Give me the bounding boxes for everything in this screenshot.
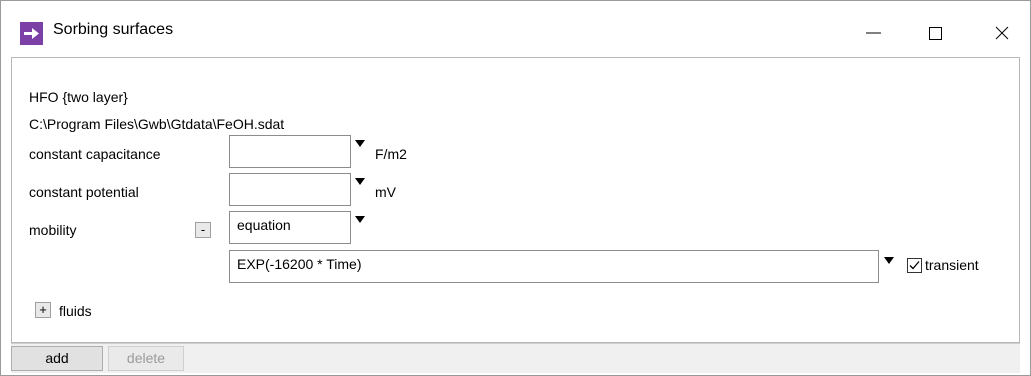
- close-icon: [995, 26, 1009, 40]
- window-title: Sorbing surfaces: [53, 21, 174, 38]
- mobility-label: mobility: [29, 222, 77, 238]
- mobility-collapse-button[interactable]: -: [195, 222, 211, 238]
- sorbing-surfaces-window: Sorbing surfaces HFO {two layer} C:\Prog…: [0, 0, 1031, 376]
- close-button[interactable]: [965, 1, 1031, 57]
- capacitance-label: constant capacitance: [29, 146, 161, 162]
- maximize-icon: [929, 27, 942, 40]
- title-bar[interactable]: Sorbing surfaces: [1, 1, 1030, 57]
- transient-label[interactable]: transient: [925, 257, 979, 273]
- maximize-button[interactable]: [901, 1, 971, 57]
- delete-button[interactable]: delete: [108, 346, 184, 371]
- surface-panel: HFO {two layer} C:\Program Files\Gwb\Gtd…: [11, 57, 1020, 343]
- button-bar: add delete: [11, 343, 1020, 373]
- surface-name: HFO {two layer}: [29, 89, 128, 105]
- add-button[interactable]: add: [11, 346, 103, 371]
- surface-path: C:\Program Files\Gwb\Gtdata\FeOH.sdat: [29, 116, 285, 132]
- mobility-expression-input[interactable]: EXP(-16200 * Time): [229, 250, 879, 283]
- capacitance-input[interactable]: [229, 135, 351, 168]
- potential-unit[interactable]: mV: [375, 184, 396, 200]
- fluids-expand-button[interactable]: +: [35, 302, 51, 318]
- potential-dropdown-icon[interactable]: [355, 178, 365, 185]
- potential-label: constant potential: [29, 184, 139, 200]
- mobility-type-select[interactable]: equation: [229, 211, 351, 244]
- fluids-label: fluids: [59, 303, 92, 319]
- checkmark-icon: [909, 261, 920, 270]
- capacitance-dropdown-icon[interactable]: [355, 140, 365, 147]
- potential-input[interactable]: [229, 173, 351, 206]
- mobility-type-dropdown-icon[interactable]: [355, 216, 365, 223]
- transient-checkbox[interactable]: [907, 258, 922, 273]
- capacitance-unit[interactable]: F/m2: [375, 146, 407, 162]
- purple-arrow-icon: [20, 22, 43, 45]
- expression-dropdown-icon[interactable]: [884, 257, 894, 264]
